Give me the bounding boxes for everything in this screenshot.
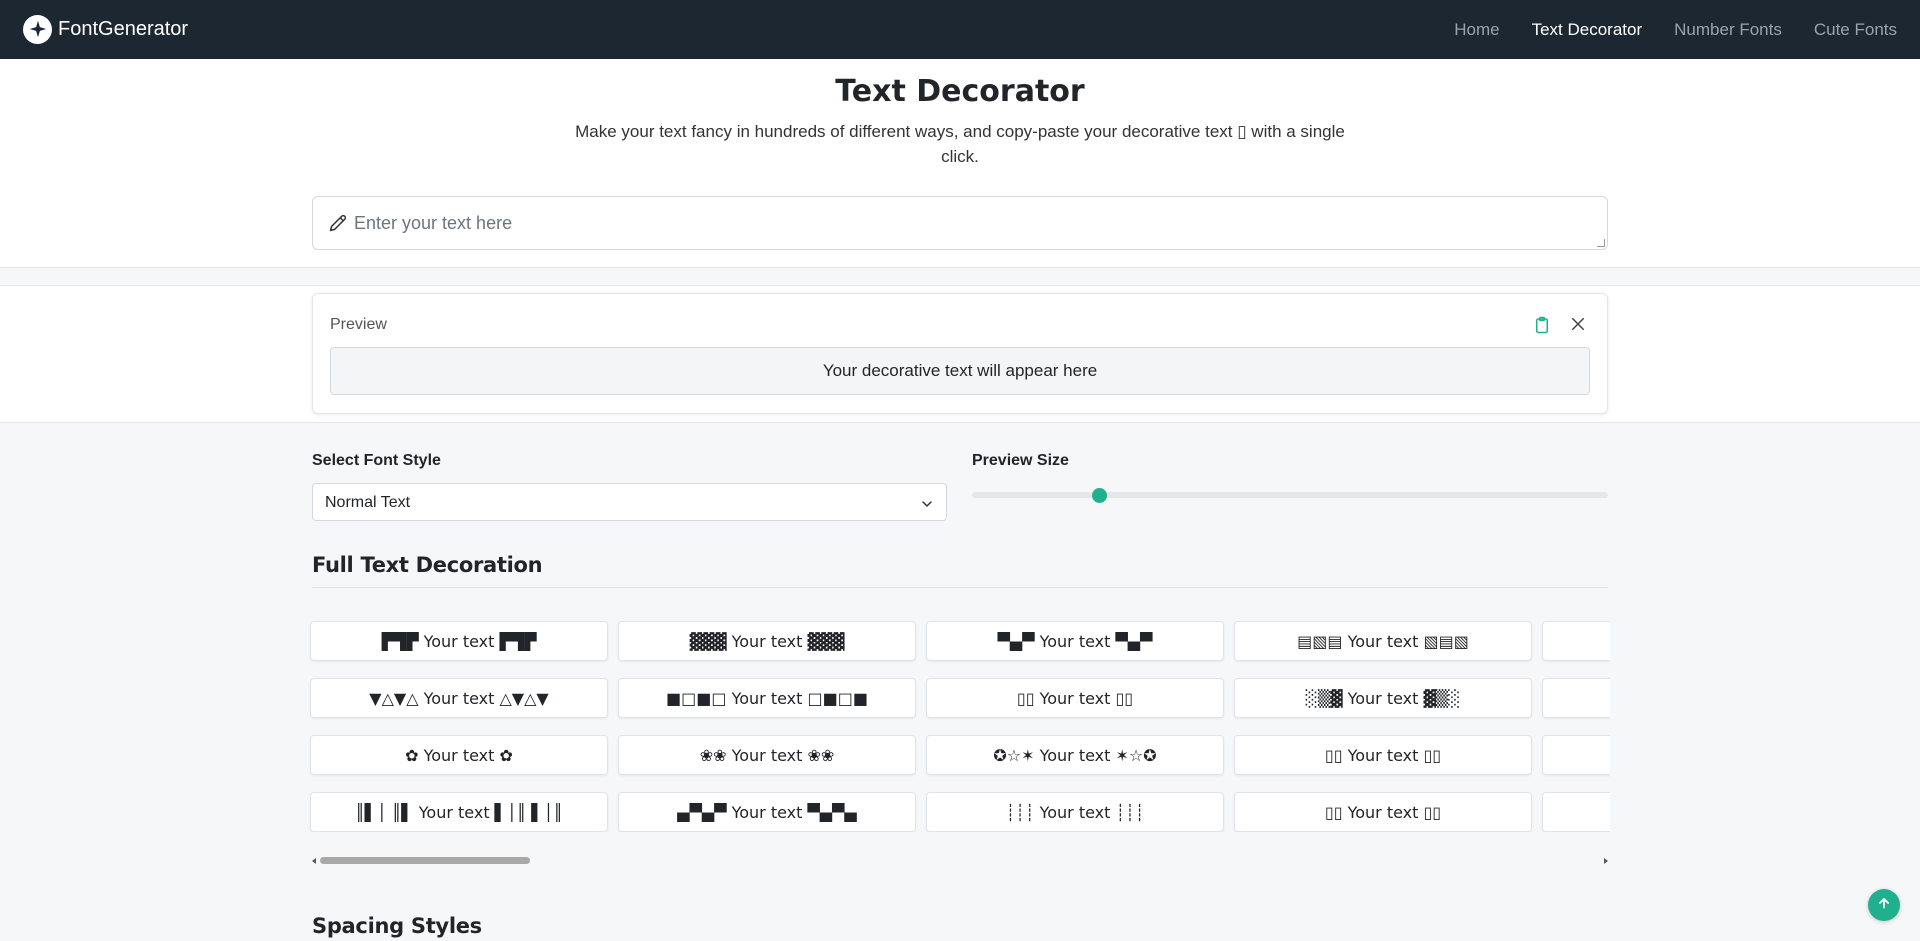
decoration-card[interactable]: ▤▧▤ Your text ▧▤▧ (1234, 621, 1532, 661)
nav-link-text-decorator[interactable]: Text Decorator (1532, 20, 1643, 40)
header-section: Text Decorator Make your text fancy in h… (0, 59, 1920, 267)
decoration-card[interactable] (1542, 735, 1610, 775)
scrollbar-thumb[interactable] (320, 857, 530, 864)
pencil-icon (329, 214, 347, 237)
decoration-card[interactable]: ▼△▼△ Your text △▼△▼ (310, 678, 608, 718)
decoration-card[interactable]: ▄▀▄▀ Your text ▀▄▀▄ (618, 792, 916, 832)
section-title-full-decoration: Full Text Decoration (312, 553, 543, 577)
preview-label: Preview (330, 316, 387, 333)
decoration-card[interactable]: ✪☆✶ Your text ✶☆✪ (926, 735, 1224, 775)
decoration-card[interactable]: ❀❀ Your text ❀❀ (618, 735, 916, 775)
preview-size-label: Preview Size (972, 452, 1069, 469)
font-style-label: Select Font Style (312, 452, 441, 469)
section-divider (312, 587, 1608, 588)
font-style-value: Normal Text (325, 494, 411, 511)
brand[interactable]: FontGenerator (23, 14, 188, 44)
slider-handle[interactable] (1092, 488, 1108, 503)
divider (0, 267, 1920, 268)
decoration-card[interactable]: ▯▯ Your text ▯▯ (1234, 792, 1532, 832)
brand-name: FontGenerator (58, 17, 189, 40)
nav-link-home[interactable]: Home (1454, 20, 1499, 40)
decoration-card[interactable] (1542, 621, 1610, 661)
section-title-spacing-styles: Spacing Styles (312, 914, 482, 938)
decoration-card[interactable]: ▯▯ Your text ▯▯ (1234, 735, 1532, 775)
font-style-select[interactable]: Normal Text (312, 483, 947, 521)
decoration-card[interactable]: ┊┊┊ Your text ┊┊┊ (926, 792, 1224, 832)
decoration-card[interactable] (1542, 792, 1610, 832)
decoration-card[interactable]: ▀▄▀ Your text ▀▄▀ (926, 621, 1224, 661)
nav-link-number-fonts[interactable]: Number Fonts (1674, 20, 1782, 40)
sparkle-logo-icon (23, 14, 52, 44)
scroll-right-icon[interactable] (1604, 858, 1608, 864)
back-to-top-button[interactable] (1868, 889, 1900, 921)
horizontal-scrollbar[interactable] (312, 857, 1608, 865)
nav-links: Home Text Decorator Number Fonts Cute Fo… (1454, 0, 1920, 59)
decoration-card[interactable]: ■□■□ Your text □■□■ (618, 678, 916, 718)
decoration-card[interactable]: ░▒▓ Your text ▓▒░ (1234, 678, 1532, 718)
decoration-card[interactable]: ✿ Your text ✿ (310, 735, 608, 775)
navbar: FontGenerator Home Text Decorator Number… (0, 0, 1920, 59)
preview-size-slider[interactable] (972, 488, 1608, 503)
clipboard-icon[interactable] (1533, 315, 1551, 335)
text-input[interactable] (354, 197, 1594, 249)
text-input-container (312, 196, 1608, 250)
page-title: Text Decorator (835, 74, 1085, 109)
decoration-card[interactable]: ▯▯ Your text ▯▯ (926, 678, 1224, 718)
preview-card: Preview Your decorative text will appear… (312, 293, 1608, 414)
scroll-left-icon[interactable] (312, 858, 316, 864)
decoration-card[interactable]: ▛▜▛ Your text ▛▜▛ (310, 621, 608, 661)
nav-link-cute-fonts[interactable]: Cute Fonts (1814, 20, 1897, 40)
decoration-card[interactable]: ▓▓▓ Your text ▓▓▓ (618, 621, 916, 661)
arrow-up-icon (1877, 896, 1891, 915)
page-subtitle: Make your text fancy in hundreds of diff… (575, 122, 1345, 166)
chevron-down-icon (920, 497, 934, 515)
preview-output: Your decorative text will appear here (330, 347, 1590, 395)
decoration-grid: ▛▜▛ Your text ▛▜▛ ▓▓▓ Your text ▓▓▓ ▀▄▀ Yo… (308, 620, 1610, 832)
decoration-card[interactable] (1542, 678, 1610, 718)
decoration-card[interactable]: ║▌│ ║▌ Your text ▌│║ ▌│║ (310, 792, 608, 832)
resize-handle[interactable] (1597, 239, 1605, 247)
close-icon[interactable] (1569, 315, 1587, 333)
